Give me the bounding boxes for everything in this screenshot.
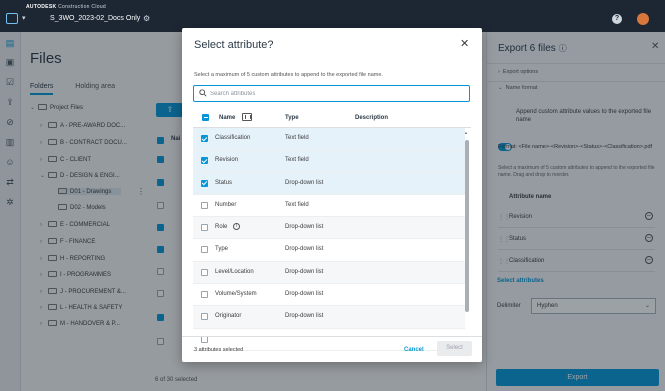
scrollbar-thumb[interactable] bbox=[465, 140, 469, 312]
selected-count: 3 attributes selected bbox=[194, 347, 244, 353]
chevron-down-icon[interactable]: ▾ bbox=[22, 14, 26, 22]
attribute-type: Drop-down list bbox=[285, 246, 324, 253]
attribute-type: Drop-down list bbox=[285, 224, 324, 231]
checkbox[interactable] bbox=[201, 157, 208, 165]
checkbox[interactable] bbox=[201, 246, 208, 254]
scrollbar[interactable]: ▲ ▼ bbox=[464, 130, 470, 358]
list-item[interactable]: Status Drop-down list bbox=[193, 172, 465, 195]
attribute-name: Role bbox=[215, 224, 228, 231]
attribute-type: Text field bbox=[285, 157, 309, 164]
list-item[interactable]: Role i Drop-down list bbox=[193, 217, 465, 240]
select-all-checkbox[interactable] bbox=[202, 114, 209, 121]
list-item[interactable]: Originator Drop-down list bbox=[193, 306, 465, 329]
search-input[interactable] bbox=[210, 88, 460, 100]
table-header: Name Type Description bbox=[193, 108, 471, 128]
attribute-name: Level/Location bbox=[215, 268, 254, 275]
attribute-name: Number bbox=[215, 201, 237, 208]
avatar[interactable] bbox=[637, 13, 649, 25]
dialog-title: Select attribute? bbox=[194, 39, 274, 51]
attribute-type: Drop-down list bbox=[285, 268, 324, 275]
attribute-name: Revision bbox=[215, 157, 239, 164]
checkbox[interactable] bbox=[201, 268, 208, 276]
close-icon[interactable]: ✕ bbox=[460, 37, 469, 50]
select-attribute-dialog: Select attribute? ✕ Select a maximum of … bbox=[182, 28, 482, 362]
checkbox[interactable] bbox=[201, 135, 208, 142]
app-switcher-icon[interactable] bbox=[6, 13, 18, 24]
scroll-up-icon[interactable]: ▲ bbox=[464, 130, 468, 135]
column-settings-icon[interactable] bbox=[242, 113, 252, 121]
attribute-name: Status bbox=[215, 179, 233, 186]
dialog-description: Select a maximum of 5 custom attributes … bbox=[194, 72, 383, 78]
checkbox[interactable] bbox=[201, 201, 208, 209]
dialog-footer: 3 attributes selected Cancel Select bbox=[182, 336, 482, 362]
list-item[interactable]: Level/Location Drop-down list bbox=[193, 261, 465, 285]
attribute-type: Drop-down list bbox=[285, 179, 324, 186]
info-icon[interactable]: i bbox=[233, 223, 240, 231]
attribute-type: Drop-down list bbox=[285, 291, 324, 298]
brand-logo: AUTODESK Construction Cloud bbox=[26, 4, 106, 10]
checkbox[interactable] bbox=[201, 291, 208, 299]
project-selector[interactable]: S_3WO_2023-02_Docs Only bbox=[50, 15, 140, 22]
list-item[interactable]: Revision Text field bbox=[193, 150, 465, 173]
gear-icon[interactable]: ⚙ bbox=[143, 14, 150, 23]
checkbox[interactable] bbox=[201, 179, 208, 187]
attribute-list: Classification Text field Revision Text fi… bbox=[193, 128, 465, 352]
attribute-type: Text field bbox=[285, 201, 309, 208]
attribute-name: Originator bbox=[215, 313, 242, 320]
select-button[interactable]: Select bbox=[437, 341, 472, 356]
list-item[interactable]: Number Text field bbox=[193, 195, 465, 218]
description-column-header[interactable]: Description bbox=[355, 115, 388, 121]
attribute-type: Drop-down list bbox=[285, 313, 324, 320]
name-column-header[interactable]: Name bbox=[219, 115, 235, 121]
checkbox[interactable] bbox=[201, 224, 208, 232]
checkbox[interactable] bbox=[201, 313, 208, 321]
search-box[interactable] bbox=[193, 85, 470, 102]
help-icon[interactable]: ? bbox=[612, 14, 622, 24]
type-column-header[interactable]: Type bbox=[285, 115, 299, 121]
attribute-name: Volume/System bbox=[215, 291, 257, 298]
list-item[interactable]: Volume/System Drop-down list bbox=[193, 284, 465, 307]
search-icon bbox=[199, 89, 207, 97]
list-item[interactable]: Classification Text field bbox=[193, 128, 465, 151]
list-item[interactable]: Type Drop-down list bbox=[193, 239, 465, 262]
attribute-type: Text field bbox=[285, 135, 309, 141]
cancel-button[interactable]: Cancel bbox=[404, 347, 424, 353]
attribute-name: Type bbox=[215, 246, 229, 253]
attribute-name: Classification bbox=[215, 135, 251, 141]
